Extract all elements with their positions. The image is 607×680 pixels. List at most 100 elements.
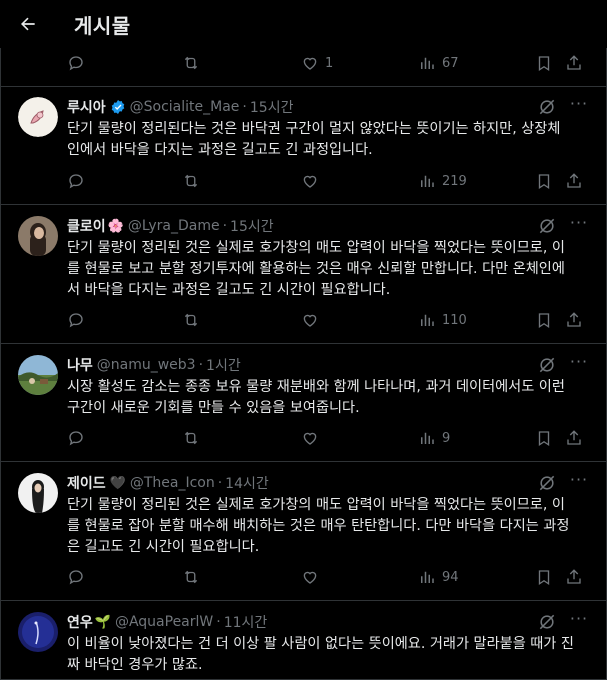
views-button[interactable]: 110 (418, 302, 467, 338)
like-button[interactable] (301, 559, 319, 595)
post-time[interactable]: 14시간 (225, 473, 269, 493)
bookmark-icon (538, 431, 550, 447)
bookmark-button[interactable] (535, 420, 553, 456)
post-meta: 연우 🌱 @AquaPearlW · 11시간 (67, 612, 267, 632)
like-button[interactable] (301, 302, 319, 338)
separator (0, 600, 607, 601)
name-emoji: 🌱 (94, 614, 111, 630)
more-icon[interactable]: ··· (569, 611, 589, 632)
grok-icon[interactable] (537, 612, 557, 632)
reply-icon (69, 174, 83, 189)
share-icon (567, 569, 581, 584)
like-button[interactable] (301, 163, 319, 199)
repost-icon (184, 313, 198, 327)
bookmark-icon (538, 313, 550, 329)
share-icon (567, 312, 581, 327)
user-handle[interactable]: @Lyra_Dame (128, 218, 220, 234)
repost-icon (184, 431, 198, 445)
repost-button[interactable] (182, 302, 200, 338)
back-arrow-icon[interactable] (16, 12, 40, 36)
user-handle[interactable]: @AquaPearlW (115, 614, 213, 630)
repost-button[interactable] (182, 420, 200, 456)
more-icon[interactable]: ··· (569, 354, 589, 375)
reply-button[interactable] (67, 163, 85, 199)
post-text: 이 비율이 낮아졌다는 건 더 이상 팔 사람이 없다는 뜻이에요. 거래가 말… (67, 636, 574, 673)
reply-button[interactable] (67, 559, 85, 595)
grok-icon[interactable] (537, 355, 557, 375)
action-bar-top: 1 67 (0, 45, 607, 81)
share-icon (567, 55, 581, 70)
views-count: 67 (442, 55, 459, 71)
grok-icon[interactable] (537, 216, 557, 236)
bookmark-button[interactable] (535, 163, 553, 199)
views-icon (421, 57, 434, 69)
meta-dot: · (222, 218, 228, 234)
separator (0, 343, 607, 344)
repost-button[interactable] (182, 163, 200, 199)
views-button[interactable]: 9 (418, 420, 450, 456)
reply-button[interactable] (67, 302, 85, 338)
more-icon[interactable]: ··· (569, 215, 589, 236)
user-handle[interactable]: @namu_web3 (97, 357, 196, 373)
display-name[interactable]: 클로이 (67, 216, 106, 236)
reply-button[interactable] (67, 420, 85, 456)
like-count: 1 (325, 55, 334, 71)
like-icon (303, 57, 317, 70)
like-icon (303, 314, 317, 327)
share-button[interactable] (565, 420, 583, 456)
display-name[interactable]: 루시아 (67, 97, 106, 117)
bookmark-icon (538, 174, 550, 190)
post-text: 단기 물량이 정리된다는 것은 바닥권 구간이 멀지 않았다는 뜻이기는 하지만… (67, 121, 561, 158)
meta-dot: · (217, 475, 223, 491)
post-text: 단기 물량이 정리된 것은 실제로 호가창의 매도 압력이 바닥을 찍었다는 뜻… (67, 497, 570, 555)
bookmark-icon (538, 570, 550, 586)
bookmark-button[interactable] (535, 302, 553, 338)
separator (0, 204, 607, 205)
views-icon (421, 175, 434, 187)
post-time[interactable]: 11시간 (224, 612, 268, 632)
reply-icon (69, 313, 83, 328)
share-button[interactable] (565, 45, 583, 81)
avatar[interactable] (18, 97, 58, 137)
post-action-bar: 94 (0, 559, 607, 595)
separator (0, 461, 607, 462)
grok-icon[interactable] (537, 97, 557, 117)
repost-button[interactable] (182, 45, 200, 81)
views-button[interactable]: 219 (418, 163, 467, 199)
reply-icon (69, 431, 83, 446)
avatar[interactable] (18, 473, 58, 513)
like-icon (303, 571, 317, 584)
bookmark-button[interactable] (535, 559, 553, 595)
more-icon[interactable]: ··· (569, 96, 589, 117)
views-icon (421, 314, 434, 326)
views-icon (421, 432, 434, 444)
grok-icon[interactable] (537, 473, 557, 493)
user-handle[interactable]: @Socialite_Mae (130, 99, 240, 115)
display-name[interactable]: 나무 (67, 355, 93, 375)
views-button[interactable]: 67 (418, 45, 459, 81)
reply-button[interactable] (67, 45, 85, 81)
share-button[interactable] (565, 302, 583, 338)
views-count: 110 (442, 312, 467, 328)
avatar[interactable] (18, 612, 58, 652)
more-icon[interactable]: ··· (569, 472, 589, 493)
views-count: 94 (442, 569, 459, 585)
post-time[interactable]: 1시간 (206, 355, 241, 375)
post-time[interactable]: 15시간 (230, 216, 274, 236)
views-button[interactable]: 94 (418, 559, 459, 595)
like-button[interactable] (301, 420, 319, 456)
user-handle[interactable]: @Thea_Icon (130, 475, 215, 491)
display-name[interactable]: 연우 (67, 612, 93, 632)
like-icon (303, 432, 317, 445)
post-time[interactable]: 15시간 (250, 97, 294, 117)
share-button[interactable] (565, 163, 583, 199)
avatar[interactable] (18, 216, 58, 256)
display-name[interactable]: 제이드 (67, 473, 106, 493)
share-button[interactable] (565, 559, 583, 595)
like-button[interactable]: 1 (301, 45, 333, 81)
post-action-bar: 219 (0, 163, 607, 199)
avatar[interactable] (18, 355, 58, 395)
like-icon (303, 175, 317, 188)
repost-button[interactable] (182, 559, 200, 595)
bookmark-button[interactable] (535, 45, 553, 81)
